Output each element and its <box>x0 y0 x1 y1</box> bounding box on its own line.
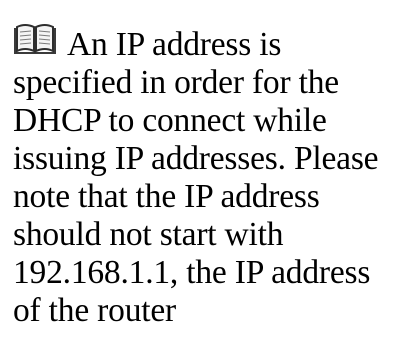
note-text: An IP address is specified in order for … <box>13 26 379 329</box>
help-note: An IP address is specified in order for … <box>0 0 404 353</box>
book-icon <box>13 22 57 56</box>
